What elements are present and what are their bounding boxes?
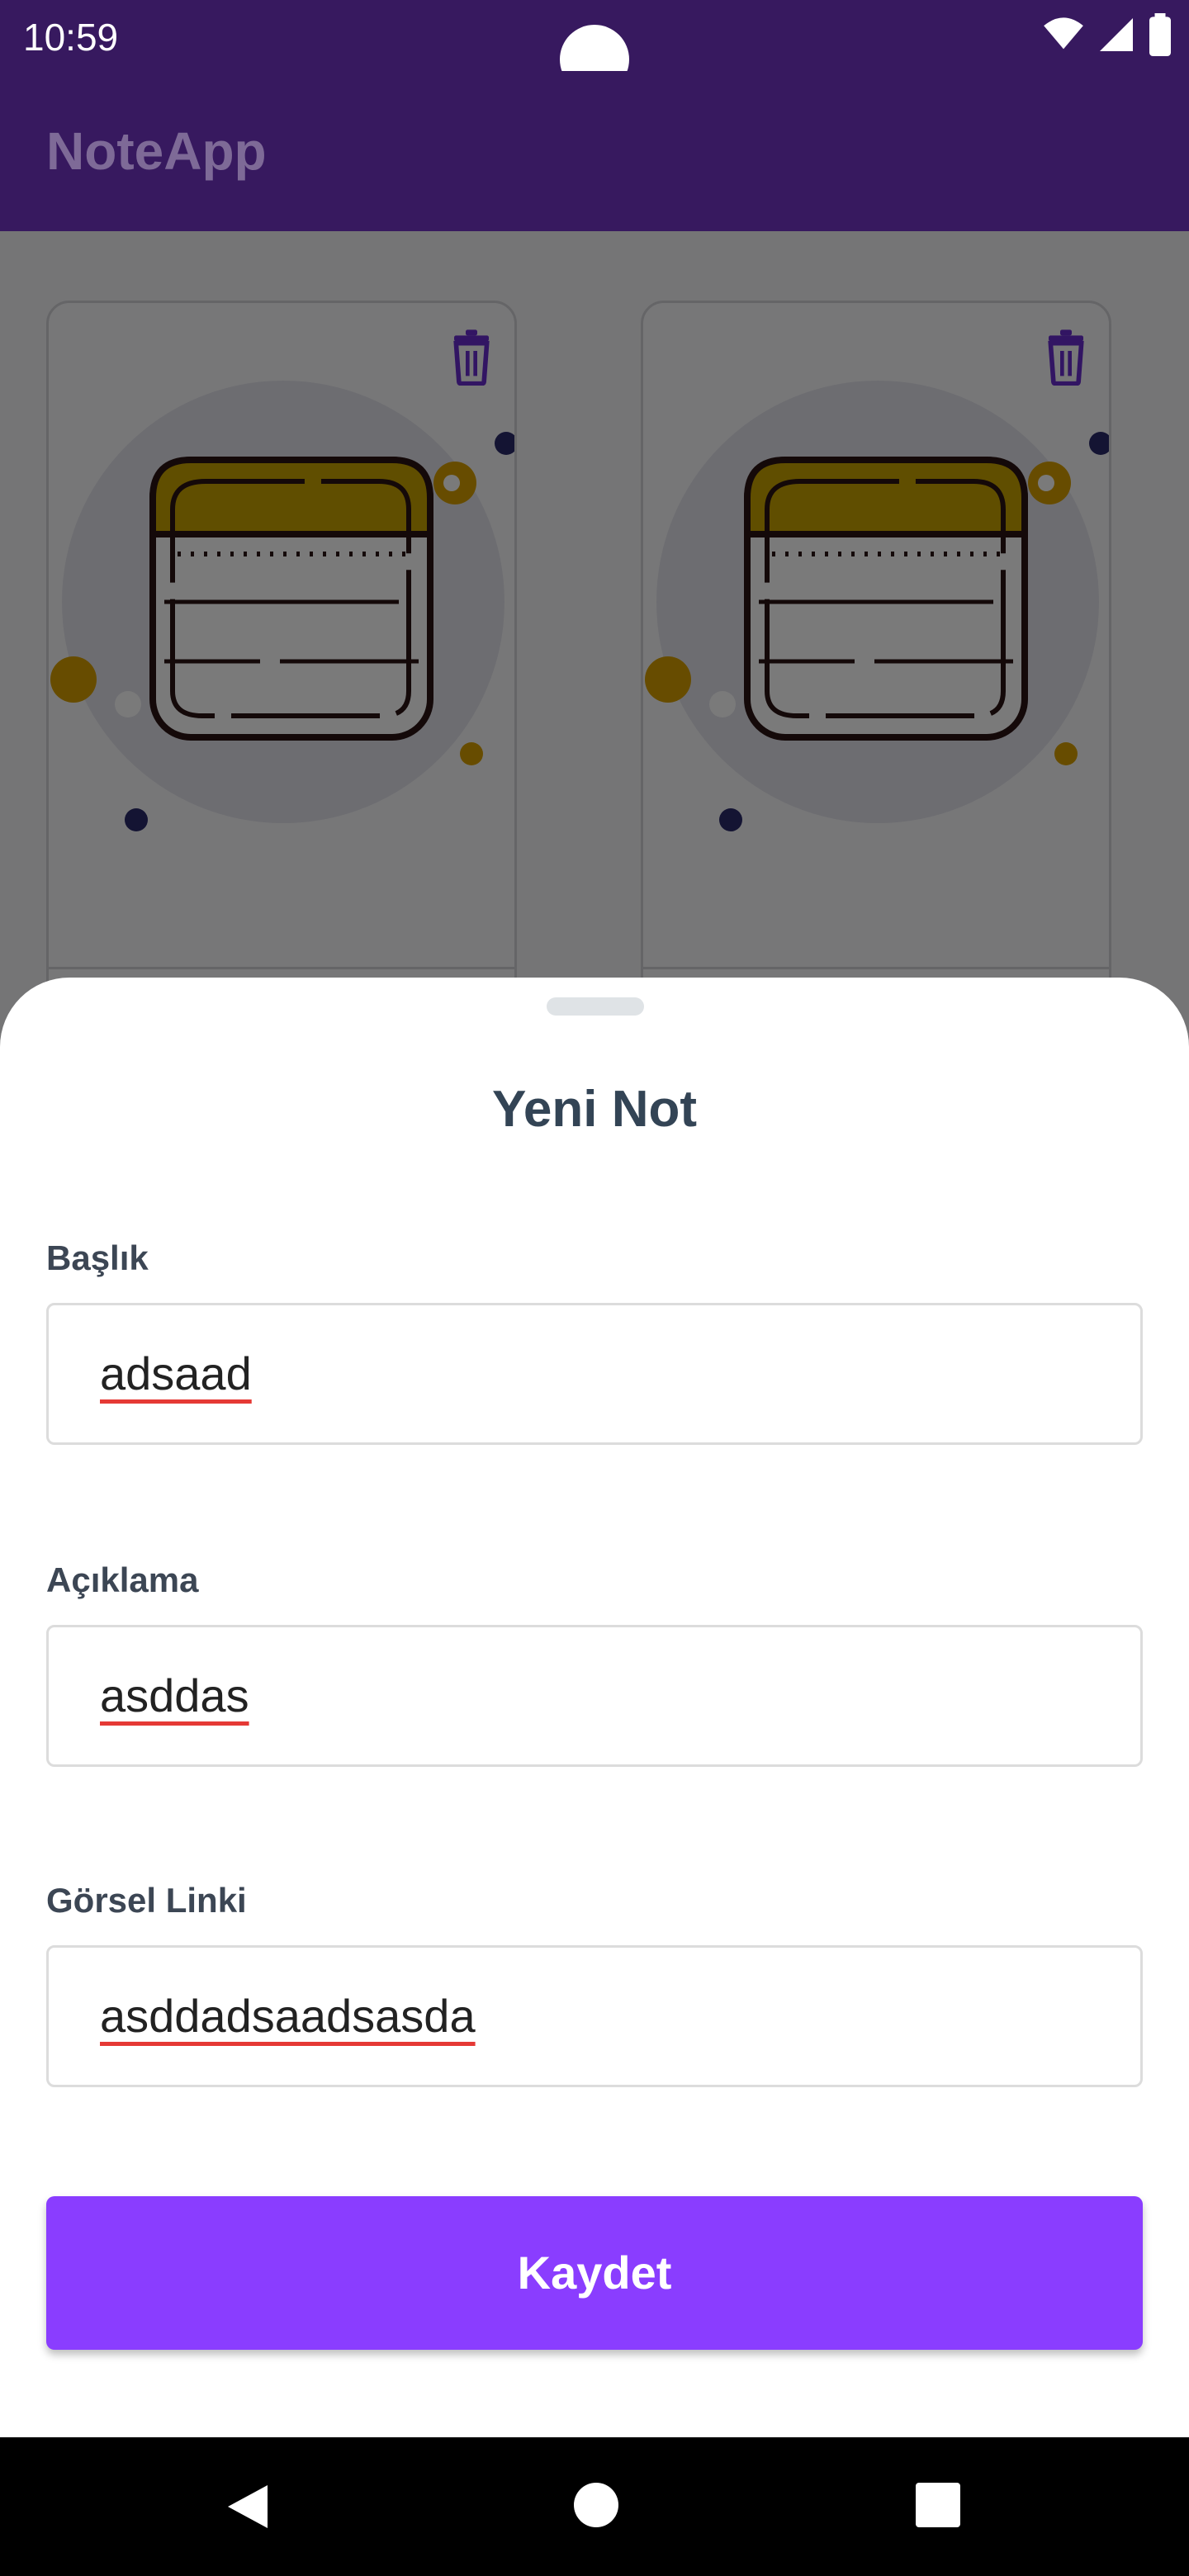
- title-field-label: Başlık: [46, 1238, 149, 1277]
- save-button[interactable]: Kaydet: [46, 2196, 1143, 2350]
- battery-icon: [1149, 13, 1171, 56]
- navigation-bar: [0, 2437, 1189, 2576]
- title-input[interactable]: adsaad: [46, 1303, 1143, 1445]
- description-input[interactable]: asddas: [46, 1625, 1143, 1767]
- description-field-label: Açıklama: [46, 1560, 199, 1599]
- signal-icon: [1100, 18, 1133, 51]
- sheet-title: Yeni Not: [491, 1081, 698, 1138]
- app-title: NoteApp: [46, 121, 267, 181]
- app-bar: NoteApp: [0, 71, 1189, 231]
- recents-icon[interactable]: [915, 2482, 961, 2528]
- description-input-value: asddas: [100, 1669, 249, 1721]
- status-bar: 10:59: [0, 0, 1189, 94]
- drag-handle[interactable]: [547, 997, 644, 1016]
- image-link-input-value: asddadsaadsasda: [100, 1990, 476, 2042]
- new-note-sheet: Yeni Not Başlık adsaad Açıklama asddas G…: [0, 978, 1189, 2437]
- home-icon[interactable]: [573, 2482, 619, 2528]
- status-icons: [1042, 13, 1172, 56]
- back-icon[interactable]: [225, 2482, 271, 2531]
- image-link-field-label: Görsel Linki: [46, 1881, 247, 1920]
- wifi-icon: [1044, 17, 1083, 50]
- title-input-value: adsaad: [100, 1347, 252, 1399]
- image-link-input[interactable]: asddadsaadsasda: [46, 1945, 1143, 2087]
- status-time: 10:59: [23, 16, 119, 59]
